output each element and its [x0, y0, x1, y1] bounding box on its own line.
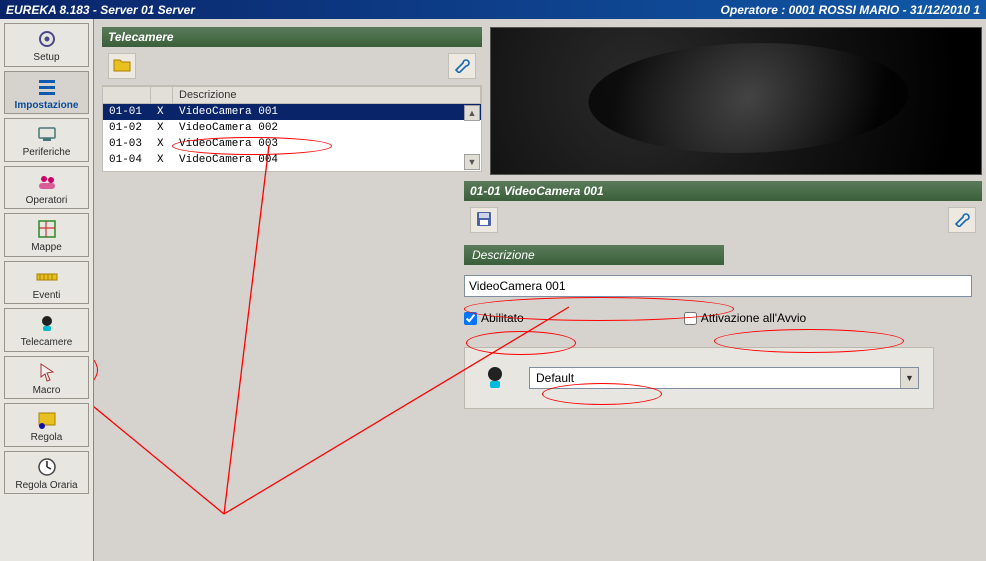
descrizione-input[interactable]	[464, 275, 972, 297]
row-desc: VideoCamera 004	[173, 153, 481, 167]
nav-macro-label: Macro	[33, 386, 61, 397]
ruler-icon	[35, 265, 59, 289]
title-right: Operatore : 0001 ROSSI MARIO - 31/12/201…	[721, 3, 980, 17]
users-icon	[36, 170, 58, 194]
nav-eventi-label: Eventi	[33, 291, 61, 302]
detail-toolbar	[464, 201, 982, 239]
list-body[interactable]: 01-01 X VideoCamera 001 01-02 X VideoCam…	[102, 104, 482, 172]
clock-icon	[36, 455, 58, 479]
nav-impostazione[interactable]: Impostazione	[4, 71, 89, 115]
nav-impostazione-label: Impostazione	[15, 101, 79, 112]
title-bar: EUREKA 8.183 - Server 01 Server Operator…	[0, 0, 986, 19]
nav-operatori-label: Operatori	[26, 196, 68, 207]
abilitato-checkbox[interactable]: Abilitato	[464, 311, 524, 325]
camera-icon	[36, 312, 58, 336]
list-row[interactable]: 01-01 X VideoCamera 001	[103, 104, 481, 120]
nav-mappe-label: Mappe	[31, 243, 62, 254]
left-nav: Setup Impostazione Periferiche Operatori…	[0, 19, 94, 561]
save-icon	[476, 211, 492, 230]
camera-icon	[479, 362, 511, 394]
row-flag: X	[151, 153, 173, 167]
nav-mappe[interactable]: Mappe	[4, 213, 89, 257]
annotation-ellipse	[94, 345, 98, 395]
row-desc: VideoCamera 002	[173, 121, 481, 135]
combo-dropdown-button[interactable]: ▼	[900, 368, 918, 388]
detail-title: 01-01 VideoCamera 001	[464, 181, 982, 201]
combo-value: Default	[530, 369, 900, 387]
row-code: 01-01	[103, 105, 151, 119]
wrench-icon	[453, 57, 471, 76]
row-flag: X	[151, 121, 173, 135]
nav-regola-oraria[interactable]: Regola Oraria	[4, 451, 89, 495]
list-row[interactable]: 01-04 X VideoCamera 004	[103, 152, 481, 168]
scroll-up-button[interactable]: ▲	[464, 105, 480, 121]
main-area: Telecamere Descrizione	[94, 19, 986, 561]
title-left: EUREKA 8.183 - Server 01 Server	[6, 3, 195, 17]
nav-periferiche-label: Periferiche	[23, 148, 71, 159]
row-code: 01-04	[103, 153, 151, 167]
nav-regola-label: Regola	[31, 433, 63, 444]
folder-open-button[interactable]	[108, 53, 136, 79]
camera-detail-panel: 01-01 VideoCamera 001 Descrizione	[464, 181, 982, 409]
gear-icon	[36, 27, 58, 51]
save-button[interactable]	[470, 207, 498, 233]
nav-operatori[interactable]: Operatori	[4, 166, 89, 210]
wrench-icon	[953, 211, 971, 230]
profile-combo[interactable]: Default ▼	[529, 367, 919, 389]
list-header-col2[interactable]	[151, 87, 173, 103]
scroll-down-button[interactable]: ▼	[464, 154, 480, 170]
abilitato-check-input[interactable]	[464, 312, 477, 325]
nav-setup[interactable]: Setup	[4, 23, 89, 67]
list-row[interactable]: 01-03 X VideoCamera 003	[103, 136, 481, 152]
devices-icon	[36, 122, 58, 146]
row-flag: X	[151, 137, 173, 151]
checkbox-row: Abilitato Attivazione all'Avvio	[464, 311, 982, 325]
detail-tools-button[interactable]	[948, 207, 976, 233]
row-code: 01-02	[103, 121, 151, 135]
row-flag: X	[151, 105, 173, 119]
row-desc: VideoCamera 001	[173, 105, 481, 119]
row-code: 01-03	[103, 137, 151, 151]
folder-icon	[113, 57, 131, 76]
abilitato-label: Abilitato	[481, 311, 524, 325]
nav-setup-label: Setup	[33, 53, 59, 64]
attivazione-label: Attivazione all'Avvio	[701, 311, 806, 325]
list-header-col3[interactable]: Descrizione	[173, 87, 481, 103]
map-icon	[36, 217, 58, 241]
nav-periferiche[interactable]: Periferiche	[4, 118, 89, 162]
list-toolbar	[102, 47, 482, 86]
list-header: Descrizione	[102, 86, 482, 104]
rule-icon	[36, 407, 58, 431]
nav-regola[interactable]: Regola	[4, 403, 89, 447]
row-desc: VideoCamera 003	[173, 137, 481, 151]
sliders-icon	[36, 75, 58, 99]
camera-list-panel: Telecamere Descrizione	[102, 27, 482, 172]
nav-telecamere-label: Telecamere	[21, 338, 73, 349]
nav-telecamere[interactable]: Telecamere	[4, 308, 89, 352]
nav-regola-oraria-label: Regola Oraria	[15, 481, 77, 492]
section-label-descrizione: Descrizione	[464, 245, 724, 265]
video-preview	[490, 27, 982, 175]
list-panel-title: Telecamere	[102, 27, 482, 47]
list-row[interactable]: 01-02 X VideoCamera 002	[103, 120, 481, 136]
attivazione-check-input[interactable]	[684, 312, 697, 325]
cursor-icon	[36, 360, 58, 384]
nav-eventi[interactable]: Eventi	[4, 261, 89, 305]
list-header-col1[interactable]	[103, 87, 151, 103]
nav-macro[interactable]: Macro	[4, 356, 89, 400]
profile-group: Default ▼	[464, 347, 934, 409]
list-tools-button[interactable]	[448, 53, 476, 79]
attivazione-checkbox[interactable]: Attivazione all'Avvio	[684, 311, 806, 325]
